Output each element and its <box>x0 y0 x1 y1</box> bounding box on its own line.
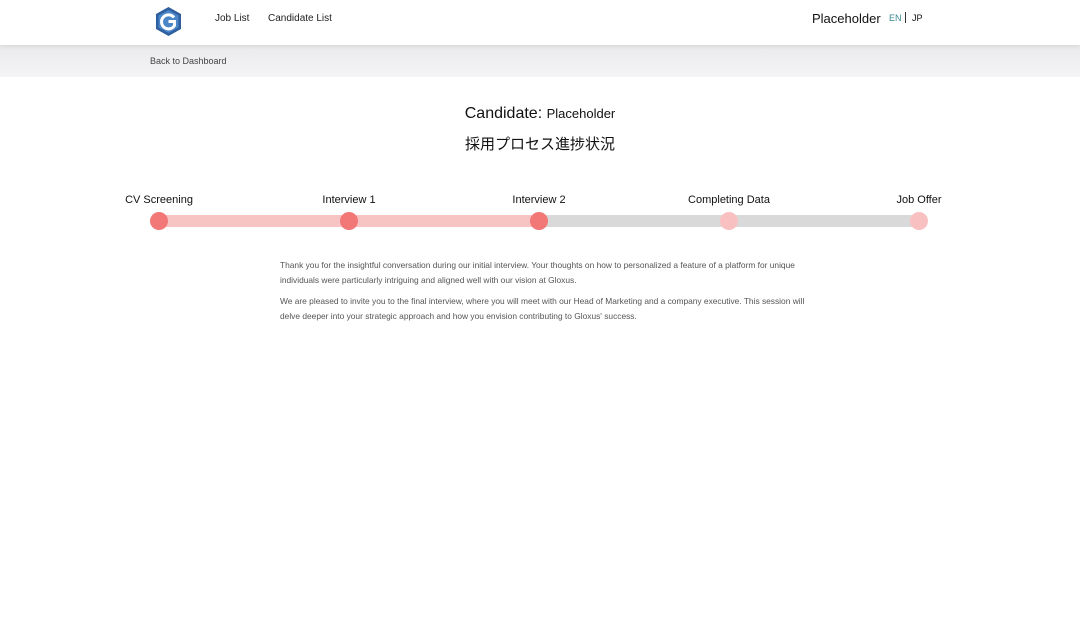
candidate-prefix: Candidate: <box>464 105 543 122</box>
language-divider <box>905 12 906 23</box>
step-dot[interactable] <box>720 212 738 230</box>
nav-job-list[interactable]: Job List <box>215 13 249 24</box>
step-dot[interactable] <box>150 212 168 230</box>
step-dot[interactable] <box>530 212 548 230</box>
language-jp-toggle[interactable]: JP <box>912 13 923 23</box>
breadcrumb-bar: Back to Dashboard <box>0 45 1080 77</box>
step-dot[interactable] <box>340 212 358 230</box>
recruitment-progress-tracker: CV Screening Interview 1 Interview 2 Com… <box>0 185 1080 245</box>
top-navigation-bar: Job List Candidate List Placeholder EN J… <box>0 0 1080 45</box>
step-label: Completing Data <box>688 194 770 206</box>
user-name[interactable]: Placeholder <box>812 11 881 26</box>
message-paragraph: Thank you for the insightful conversatio… <box>280 260 795 285</box>
step-dot[interactable] <box>910 212 928 230</box>
candidate-heading: Candidate: Placeholder <box>0 105 1080 123</box>
message-paragraph: We are pleased to invite you to the fina… <box>280 296 805 321</box>
back-to-dashboard-link[interactable]: Back to Dashboard <box>150 56 227 66</box>
status-message: Thank you for the insightful conversatio… <box>280 258 810 330</box>
language-en-toggle[interactable]: EN <box>889 13 902 23</box>
candidate-name: Placeholder <box>546 106 616 121</box>
step-label: Interview 2 <box>512 194 566 206</box>
process-status-title: 採用プロセス進捗状況 <box>464 135 615 153</box>
step-label: CV Screening <box>125 194 193 206</box>
gloxus-logo-icon[interactable] <box>153 6 184 37</box>
step-label: Job Offer <box>896 194 942 206</box>
nav-candidate-list[interactable]: Candidate List <box>268 13 332 24</box>
step-label: Interview 1 <box>322 194 376 206</box>
